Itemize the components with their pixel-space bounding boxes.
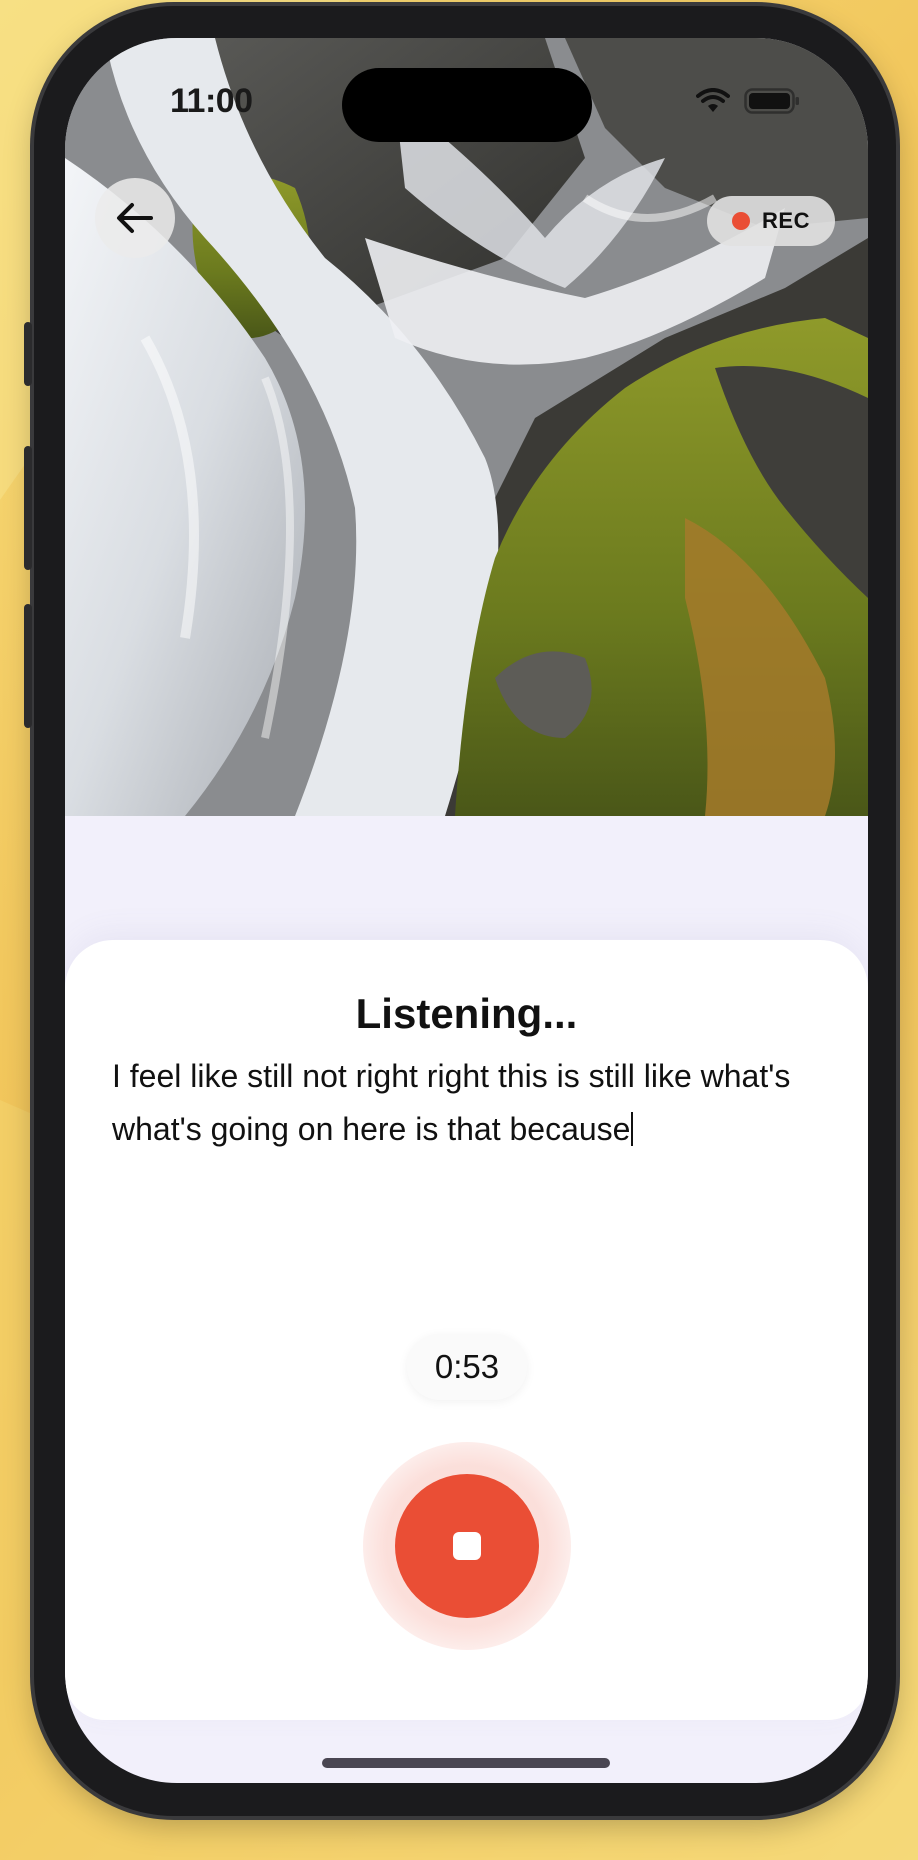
recording-dot-icon: [732, 212, 751, 230]
transcript-text: I feel like still not right right this i…: [112, 1050, 812, 1156]
wifi-icon: [696, 88, 730, 112]
app-screen: 11:00 REC Listening... I feel like still…: [65, 38, 868, 1783]
waterfall-photo: [65, 38, 868, 816]
rec-label: REC: [762, 208, 810, 233]
text-caret: [631, 1112, 634, 1146]
home-indicator[interactable]: [322, 1758, 610, 1768]
dynamic-island: [342, 68, 592, 142]
arrow-left-icon: [117, 203, 153, 233]
recording-indicator: REC: [707, 196, 835, 246]
stop-recording-button[interactable]: [395, 1474, 539, 1618]
volume-down-button: [24, 604, 32, 728]
transcript-content: I feel like still not right right this i…: [112, 1058, 791, 1147]
mute-switch: [24, 322, 32, 386]
sheet-title: Listening...: [355, 990, 578, 1037]
status-icons: [696, 88, 800, 114]
status-time: 11:00: [170, 82, 253, 120]
stop-icon: [453, 1532, 481, 1560]
elapsed-timer: 0:53: [407, 1334, 527, 1400]
battery-icon: [744, 88, 799, 114]
listening-sheet: Listening... I feel like still not right…: [65, 940, 868, 1720]
volume-up-button: [24, 446, 32, 570]
back-button[interactable]: [95, 178, 175, 258]
